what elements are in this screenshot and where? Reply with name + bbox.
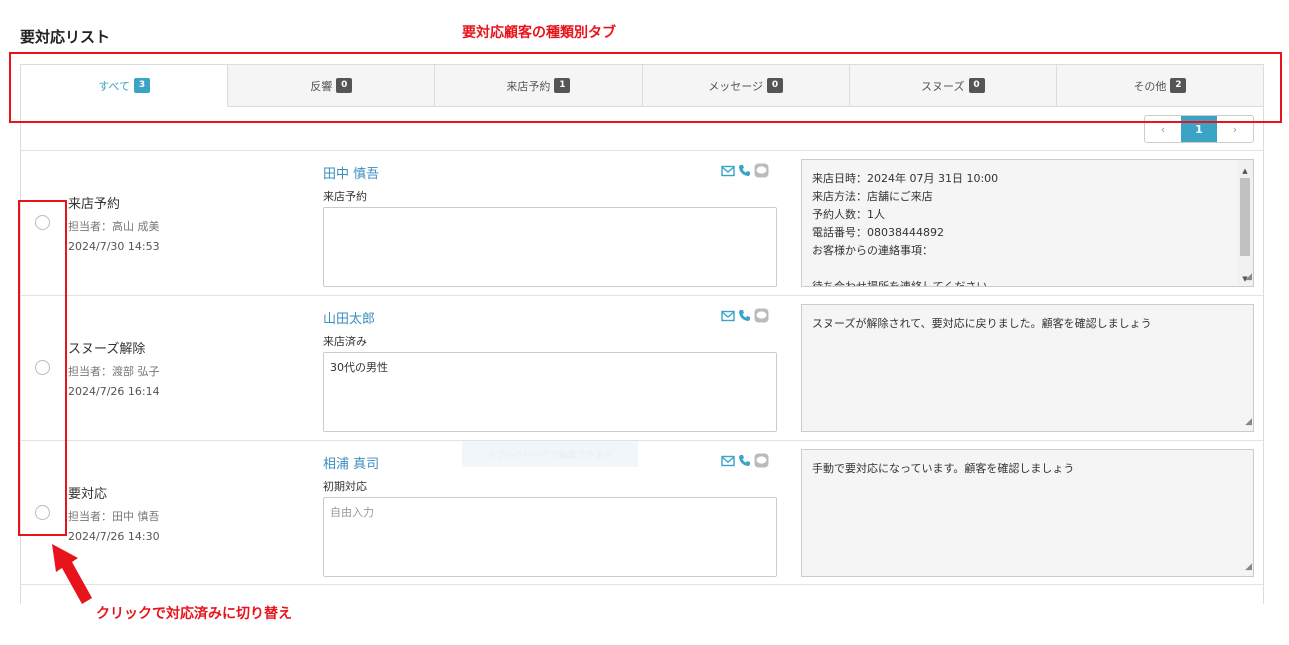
- task-assignee: 担当者：田中 慎吾: [68, 510, 160, 523]
- task-status: スヌーズ解除: [68, 342, 146, 357]
- chat-icon[interactable]: [754, 453, 769, 468]
- customer-name-link[interactable]: 田中 慎吾: [323, 163, 379, 182]
- note-line: 来店方法：店舗にご来店: [812, 190, 933, 203]
- mail-icon[interactable]: [721, 165, 735, 177]
- phone-icon[interactable]: [738, 164, 751, 177]
- task-assignee: 担当者：渡部 弘子: [68, 365, 160, 378]
- customer-type: 来店済み: [323, 335, 367, 348]
- mail-icon[interactable]: [721, 310, 735, 322]
- table-row: スヌーズ解除 担当者：渡部 弘子 2024/7/26 16:14 山田太郎 来店…: [21, 295, 1263, 440]
- task-assignee: 担当者：高山 成美: [68, 220, 160, 233]
- annotation-arrow-icon: [52, 544, 92, 604]
- task-date: 2024/7/26 16:14: [68, 385, 160, 398]
- task-date: 2024/7/30 14:53: [68, 240, 160, 253]
- contact-icons: [721, 308, 769, 323]
- chat-icon[interactable]: [754, 163, 769, 178]
- page-title: 要対応リスト: [20, 28, 111, 46]
- contact-icons: [721, 163, 769, 178]
- annotation-tabs-highlight: [9, 52, 1282, 123]
- note-line: お客様からの連絡事項：: [812, 244, 933, 257]
- resize-handle-icon[interactable]: ◢: [1245, 268, 1252, 286]
- memo-field[interactable]: 30代の男性: [323, 352, 777, 432]
- customer-name-link[interactable]: 山田太郎: [323, 308, 375, 327]
- annotation-radio-highlight: [18, 200, 67, 536]
- note-line: [812, 260, 1233, 278]
- scroll-thumb[interactable]: [1240, 178, 1250, 256]
- note-line: 待ち合わせ場所を連絡してください: [812, 280, 988, 287]
- phone-icon[interactable]: [738, 454, 751, 467]
- resize-handle-icon[interactable]: ◢: [1245, 558, 1252, 576]
- note-box[interactable]: 手動で要対応になっています。顧客を確認しましょう ◢: [801, 449, 1254, 577]
- note-box[interactable]: 来店日時：2024年 07月 31日 10:00 来店方法：店舗にご来店 予約人…: [801, 159, 1254, 287]
- note-box[interactable]: スヌーズが解除されて、要対応に戻りました。顧客を確認しましょう ◢: [801, 304, 1254, 432]
- note-line: 手動で要対応になっています。顧客を確認しましょう: [812, 462, 1075, 475]
- memo-field[interactable]: [323, 207, 777, 287]
- annotation-click-note: クリックで対応済みに切り替え: [96, 606, 292, 622]
- note-line: 電話番号：08038444892: [812, 226, 944, 239]
- list-panel: すべて 3 反響 0 来店予約 1 メッセージ 0 スヌーズ 0 その他 2 ‹…: [20, 64, 1264, 604]
- memo-field[interactable]: 自由入力: [323, 497, 777, 577]
- mail-icon[interactable]: [721, 455, 735, 467]
- contact-icons: [721, 453, 769, 468]
- task-status: 来店予約: [68, 197, 121, 212]
- task-status: 要対応: [68, 487, 108, 502]
- task-list: 来店予約 担当者：高山 成美 2024/7/30 14:53 田中 慎吾 来店予…: [21, 150, 1263, 585]
- note-line: 来店日時：2024年 07月 31日 10:00: [812, 172, 999, 185]
- resize-handle-icon[interactable]: ◢: [1245, 413, 1252, 431]
- note-line: 予約人数：1人: [812, 208, 885, 221]
- customer-type: 来店予約: [323, 190, 367, 203]
- annotation-tabs-note: 要対応顧客の種類別タブ: [462, 25, 616, 41]
- table-row: 来店予約 担当者：高山 成美 2024/7/30 14:53 田中 慎吾 来店予…: [21, 150, 1263, 295]
- edit-hint-tooltip: ダブルクリックで編集できます: [462, 441, 638, 467]
- note-line: スヌーズが解除されて、要対応に戻りました。顧客を確認しましょう: [812, 317, 1152, 330]
- table-row: ダブルクリックで編集できます 要対応 担当者：田中 慎吾 2024/7/26 1…: [21, 440, 1263, 585]
- phone-icon[interactable]: [738, 309, 751, 322]
- task-date: 2024/7/26 14:30: [68, 530, 160, 543]
- chat-icon[interactable]: [754, 308, 769, 323]
- customer-name-link[interactable]: 相浦 真司: [323, 453, 379, 472]
- customer-type: 初期対応: [323, 480, 367, 493]
